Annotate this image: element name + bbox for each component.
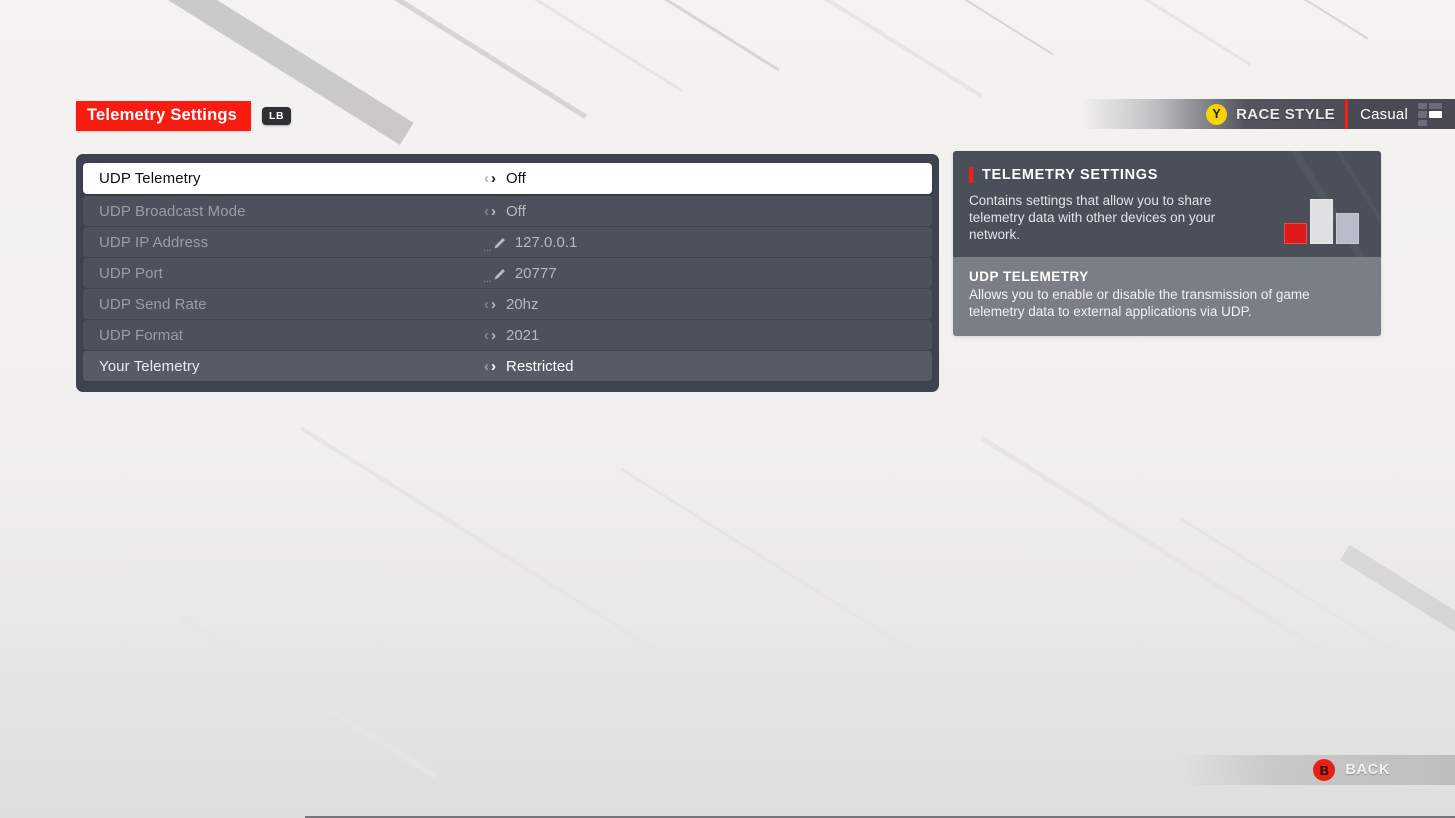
setting-row-label: UDP IP Address [99,233,209,251]
setting-row-value: Restricted [506,357,574,375]
game-settings-screen: Telemetry Settings LB Y RACE STYLE Casua… [0,0,1455,818]
race-style-value: Casual [1360,105,1408,123]
info-sub-description: Allows you to enable or disable the tran… [969,287,1310,319]
setting-row-value: Off [506,170,526,187]
setting-row-value: 127.0.0.1 [514,233,578,251]
setting-row-label: UDP Send Rate [99,295,207,313]
info-panel: TELEMETRY SETTINGS Contains settings tha… [953,151,1381,336]
setting-row-value-group: ‹ › Restricted [483,358,574,375]
setting-row[interactable]: UDP IP Address... 127.0.0.1 [83,227,932,257]
chevron-left-icon[interactable]: ‹ [483,171,490,186]
page-title-bar: Telemetry Settings LB [76,101,292,131]
telemetry-bars-graphic [1284,199,1359,244]
setting-row[interactable]: UDP Format ‹ › 2021 [83,320,932,350]
setting-row-label: Your Telemetry [99,357,200,375]
chevron-right-icon[interactable]: › [490,204,497,219]
setting-row-label: UDP Port [99,264,163,282]
setting-row[interactable]: UDP Send Rate ‹ › 20hz [83,289,932,319]
setting-row-value-group: ‹ › Off [483,203,526,220]
setting-row[interactable]: UDP Telemetry ‹ › Off [83,163,932,194]
info-panel-detail: UDP TELEMETRY Allows you to enable or di… [953,257,1381,336]
b-button-icon[interactable]: B [1313,759,1336,781]
setting-row-value: 20hz [506,295,539,313]
setting-row-label: UDP Broadcast Mode [99,202,246,220]
race-style-label: RACE STYLE [1236,105,1336,123]
race-style-indicator[interactable]: Y RACE STYLE Casual [1080,99,1455,129]
back-button[interactable]: B BACK [1180,755,1455,785]
edit-control[interactable]: ... [483,266,506,285]
left-bumper-hint-icon[interactable]: LB [262,106,292,125]
info-title: TELEMETRY SETTINGS [982,167,1159,183]
setting-row[interactable]: UDP Broadcast Mode ‹ › Off [83,196,932,226]
back-label: BACK [1345,762,1390,778]
edit-control[interactable]: ... [483,235,506,254]
chevron-left-icon[interactable]: ‹ [483,359,490,374]
setting-row-value: Off [506,202,526,220]
ellipsis-icon: ... [483,269,492,285]
chevron-left-icon[interactable]: ‹ [483,204,490,219]
info-sub-title: UDP TELEMETRY [969,269,1089,284]
info-description: Contains settings that allow you to shar… [969,193,1216,242]
setting-row-value-group: ‹ › 20hz [483,296,539,313]
setting-row-label: UDP Format [99,326,184,344]
setting-row-value: 2021 [506,326,540,344]
chevron-right-icon[interactable]: › [490,359,497,374]
race-style-right: Casual [1348,99,1455,129]
y-button-icon[interactable]: Y [1206,103,1228,125]
setting-row-value-group: ... 20777 [483,264,557,285]
chevron-right-icon[interactable]: › [490,297,497,312]
setting-row-value-group: ... 127.0.0.1 [483,233,578,254]
chevron-left-icon[interactable]: ‹ [483,328,490,343]
race-style-left: Y RACE STYLE [1080,99,1346,129]
setting-row-value-group: ‹ › Off [483,170,526,187]
info-panel-header: TELEMETRY SETTINGS Contains settings tha… [953,151,1381,257]
chevron-right-icon[interactable]: › [490,328,497,343]
setting-row[interactable]: UDP Port... 20777 [83,258,932,288]
difficulty-grid-icon [1418,102,1442,126]
chevron-left-icon[interactable]: ‹ [483,297,490,312]
ellipsis-icon: ... [483,238,492,254]
info-accent-bar [969,167,973,183]
setting-row-value: 20777 [514,264,557,282]
setting-row[interactable]: Your Telemetry ‹ › Restricted [83,351,932,381]
setting-row-value-group: ‹ › 2021 [483,327,539,344]
chevron-right-icon[interactable]: › [490,171,497,186]
settings-list-panel: UDP Telemetry ‹ › Off UDP Broadcast Mode ‹ › Of… [76,154,939,392]
setting-row-label: UDP Telemetry [99,170,201,187]
page-title: Telemetry Settings [76,101,252,131]
pencil-icon[interactable] [493,268,506,281]
pencil-icon[interactable] [493,237,506,250]
